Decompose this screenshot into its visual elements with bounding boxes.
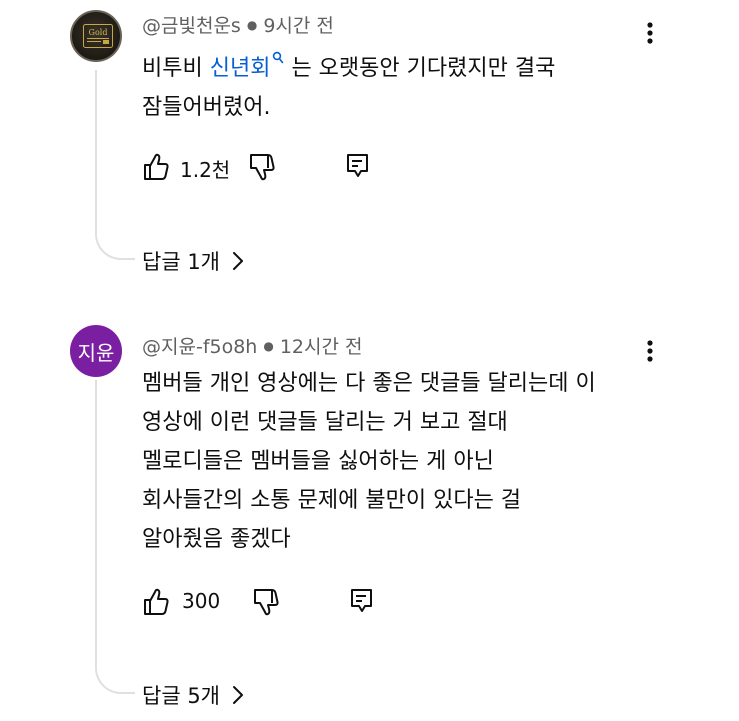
comment-line: 영상에 이런 댓글들 달리는 거 보고 절대: [142, 410, 508, 435]
chevron-right-icon: [233, 252, 243, 270]
gold-logo-icon: Gold: [83, 24, 113, 48]
more-vert-icon: [647, 22, 653, 44]
author-name[interactable]: @금빛천운s: [142, 15, 241, 37]
comment-text: 비투비 신년회 는 오랫동안 기다렸지만 결국 잠들어버렸어.: [142, 49, 662, 127]
reply-icon[interactable]: [345, 152, 371, 182]
more-options-button[interactable]: [640, 18, 660, 48]
comment-actions: 1.2천: [142, 152, 382, 182]
hashtag-link[interactable]: 신년회: [210, 51, 285, 81]
timestamp[interactable]: 9시간 전: [263, 15, 334, 37]
comment-meta: @금빛천운s ● 9시간 전: [142, 11, 334, 38]
replies-label: 답글 1개: [142, 250, 220, 274]
comment-line: 멜로디들은 멤버들을 싫어하는 게 아닌: [142, 449, 494, 474]
more-options-button[interactable]: [640, 336, 660, 366]
avatar[interactable]: Gold: [70, 10, 122, 62]
comments-page: Gold @금빛천운s ● 9시간 전 비투비 신년회 는 오랫동안 기다렸지만 결…: [0, 0, 739, 721]
thread-line: [95, 380, 135, 694]
replies-label: 답글 5개: [142, 684, 220, 708]
separator-dot: ●: [246, 18, 258, 32]
author-name[interactable]: @지윤-f5o8h: [142, 336, 257, 358]
avatar[interactable]: 지윤: [70, 325, 122, 377]
more-vert-icon: [647, 340, 653, 362]
reply-icon[interactable]: [349, 587, 375, 617]
comment-line: 멤버들 개인 영상에는 다 좋은 댓글들 달리는데 이: [142, 371, 596, 396]
comment-line: 잠들어버렸어.: [142, 95, 271, 120]
search-icon: [273, 51, 284, 64]
svg-text:Gold: Gold: [89, 28, 108, 37]
comment-line: 알아줬음 좋겠다: [142, 527, 291, 552]
comment-actions: 300: [142, 587, 382, 617]
comment-text: 멤버들 개인 영상에는 다 좋은 댓글들 달리는데 이 영상에 이런 댓글들 달…: [142, 364, 682, 559]
comment-line: 회사들간의 소통 문제에 불만이 있다는 걸: [142, 488, 522, 513]
thumbs-down-icon[interactable]: [252, 587, 280, 617]
thumbs-up-icon[interactable]: [142, 152, 170, 182]
thumbs-down-icon[interactable]: [248, 152, 276, 182]
avatar-initials: 지윤: [77, 340, 115, 365]
comment-meta: @지윤-f5o8h ● 12시간 전: [142, 332, 363, 359]
like-count: 1.2천: [180, 158, 231, 182]
view-replies-button[interactable]: 답글 5개: [142, 680, 244, 710]
view-replies-button[interactable]: 답글 1개: [142, 246, 244, 276]
chevron-right-icon: [233, 686, 243, 704]
timestamp[interactable]: 12시간 전: [280, 336, 363, 358]
separator-dot: ●: [263, 339, 274, 353]
like-count: 300: [182, 589, 221, 613]
thread-line: [95, 70, 135, 260]
thumbs-up-icon[interactable]: [142, 587, 170, 617]
comment-line: 비투비 신년회 는 오랫동안 기다렸지만 결국: [142, 49, 662, 88]
